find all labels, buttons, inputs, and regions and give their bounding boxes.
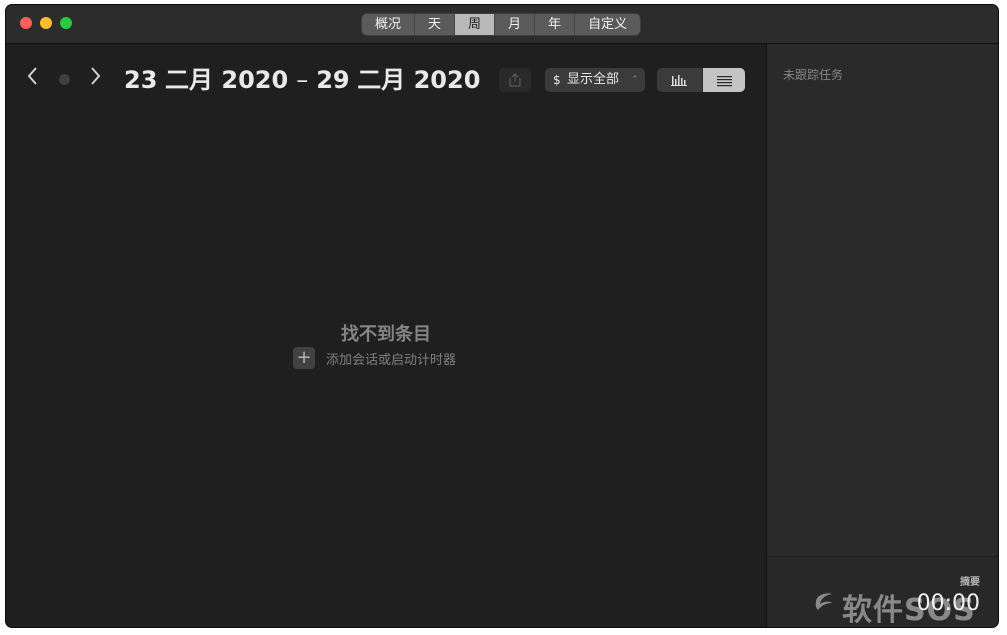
chevron-right-icon bbox=[91, 67, 101, 85]
range-start-month: 二月 2020 bbox=[165, 66, 289, 94]
tab-year[interactable]: 年 bbox=[535, 14, 576, 35]
range-start-day: 23 bbox=[124, 66, 158, 94]
main-panel: 23 二月 2020–29 二月 2020 $ 显示全部 ⌃ 找不到条目 + 添… bbox=[6, 44, 766, 627]
filter-label: 显示全部 bbox=[567, 72, 620, 87]
view-mode-control bbox=[657, 68, 745, 92]
chevron-updown-icon: ⌃ bbox=[631, 75, 639, 85]
filter-dropdown[interactable]: $ 显示全部 ⌃ bbox=[545, 68, 645, 92]
previous-period-button[interactable] bbox=[26, 66, 38, 91]
current-period-button[interactable] bbox=[59, 74, 70, 85]
tab-overview[interactable]: 概况 bbox=[362, 14, 416, 35]
tab-week[interactable]: 周 bbox=[455, 14, 496, 35]
watermark-text: 软件SOS bbox=[812, 585, 976, 629]
empty-state-title: 找不到条目 bbox=[341, 324, 431, 345]
app-window: 概况 天 周 月 年 自定义 23 二月 2020–29 二月 2020 $ 显… bbox=[6, 5, 998, 627]
sidebar: 未跟踪任务 摘要 00:00 bbox=[766, 44, 998, 627]
titlebar: 概况 天 周 月 年 自定义 bbox=[6, 5, 998, 44]
chevron-left-icon bbox=[27, 67, 37, 85]
period-segmented-control: 概况 天 周 月 年 自定义 bbox=[362, 14, 641, 35]
watermark-label: 软件SOS bbox=[842, 593, 976, 628]
tab-custom[interactable]: 自定义 bbox=[575, 14, 640, 35]
share-icon bbox=[509, 73, 521, 87]
minimize-window-button[interactable] bbox=[40, 17, 52, 29]
range-separator: – bbox=[296, 66, 309, 94]
date-range-title: 23 二月 2020–29 二月 2020 bbox=[124, 64, 480, 96]
list-icon bbox=[717, 76, 732, 87]
range-end-month: 二月 2020 bbox=[357, 66, 481, 94]
range-end-day: 29 bbox=[316, 66, 350, 94]
next-period-button[interactable] bbox=[90, 66, 102, 91]
share-button[interactable] bbox=[499, 68, 531, 92]
tab-day[interactable]: 天 bbox=[415, 14, 456, 35]
close-window-button[interactable] bbox=[20, 17, 32, 29]
add-entry-label[interactable]: 添加会话或启动计时器 bbox=[326, 349, 456, 368]
maximize-window-button[interactable] bbox=[60, 17, 72, 29]
chart-view-button[interactable] bbox=[657, 68, 703, 92]
untracked-tasks-title: 未跟踪任务 bbox=[783, 68, 844, 82]
tab-month[interactable]: 月 bbox=[495, 14, 536, 35]
list-view-button[interactable] bbox=[703, 68, 745, 92]
bar-chart-icon bbox=[671, 75, 687, 86]
plus-icon: + bbox=[296, 347, 312, 368]
currency-icon: $ bbox=[553, 73, 561, 87]
add-entry-button[interactable]: + bbox=[293, 347, 315, 369]
